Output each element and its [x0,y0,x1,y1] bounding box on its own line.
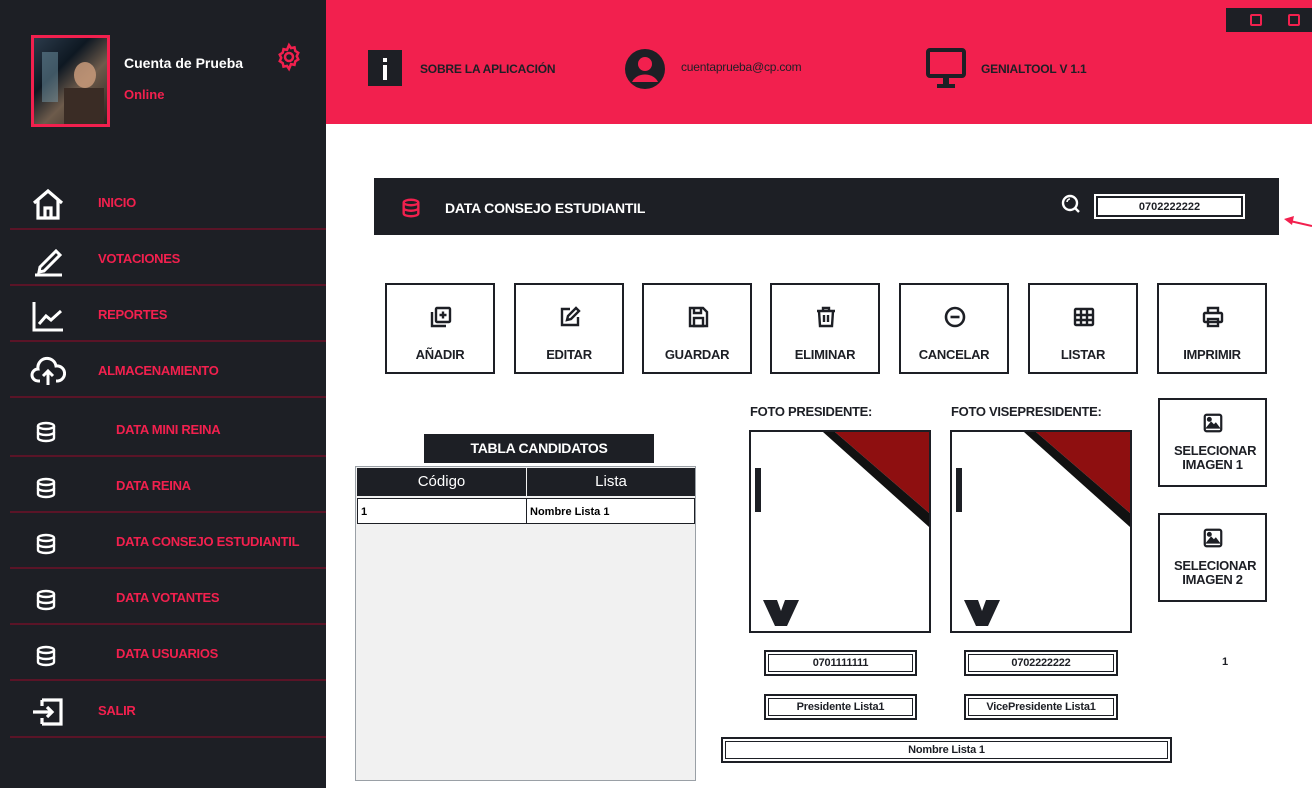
pencil-icon [35,248,63,277]
avatar [31,35,110,127]
minimize-icon[interactable] [1250,14,1262,26]
sidebar-item-data-consejo-estudiantil[interactable]: DATA CONSEJO ESTUDIANTIL [10,517,326,569]
about-link[interactable]: SOBRE LA APLICACIÓN [420,62,556,76]
sidebar-item-label: SALIR [98,703,136,718]
monitor-icon [926,48,966,88]
database-icon [36,533,56,555]
add-button-label: AÑADIR [415,347,465,362]
cancel-button[interactable]: CANCELAR [899,283,1009,374]
select-image-1-label: SELECIONAR IMAGEN 1 [1174,443,1257,472]
sidebar-item-label: DATA VOTANTES [116,590,220,605]
database-icon [36,477,56,499]
save-button[interactable]: GUARDAR [642,283,752,374]
edit-button-label: EDITAR [546,347,592,362]
delete-button[interactable]: ELIMINAR [770,283,880,374]
table-cell-lista: Nombre Lista 1 [526,498,695,524]
search-input[interactable] [1094,194,1245,219]
sidebar-item-label: DATA CONSEJO ESTUDIANTIL [116,534,300,549]
trash-icon [817,306,835,328]
section-title-bar: DATA CONSEJO ESTUDIANTIL [374,178,1279,235]
user-name: Cuenta de Prueba [124,55,244,71]
sidebar-item-label: VOTACIONES [98,251,180,266]
app-version: GENIALTOOL V 1.1 [981,62,1087,76]
sidebar-item-data-reina[interactable]: DATA REINA [10,461,326,513]
logout-icon [33,698,63,726]
sidebar-item-inicio[interactable]: INICIO [10,178,326,230]
delete-button-label: ELIMINAR [794,347,856,362]
president-name-field[interactable]: Presidente Lista1 [764,694,917,720]
table-icon [1073,307,1095,327]
add-button[interactable]: AÑADIR [385,283,495,374]
vice-name-field[interactable]: VicePresidente Lista1 [964,694,1118,720]
image-icon [1203,413,1223,433]
sidebar-item-data-mini-reina[interactable]: DATA MINI REINA [10,405,326,457]
user-icon[interactable] [625,49,665,89]
sidebar-item-reportes[interactable]: REPORTES [10,290,326,342]
chart-line-icon [32,302,63,332]
sidebar-item-data-usuarios[interactable]: DATA USUARIOS [10,629,326,681]
save-icon [688,306,709,328]
save-button-label: GUARDAR [664,347,730,362]
list-button-label: LISTAR [1060,347,1106,362]
database-icon [36,645,56,667]
sidebar-item-votaciones[interactable]: VOTACIONES [10,234,326,286]
select-image-1-button[interactable]: SELECIONAR IMAGEN 1 [1158,398,1267,487]
image-icon [1203,528,1223,548]
sidebar-item-label: ALMACENAMIENTO [98,363,219,378]
column-header-codigo[interactable]: Código [357,468,526,496]
header-bar: SOBRE LA APLICACIÓN cuentaprueba@cp.com … [326,0,1312,124]
info-icon[interactable] [368,50,402,86]
column-header-lista[interactable]: Lista [527,468,695,496]
home-icon [32,188,64,220]
minus-circle-icon [944,306,966,328]
print-button-label: IMPRIMIR [1183,347,1241,362]
sidebar-item-label: DATA MINI REINA [116,422,221,437]
print-button[interactable]: IMPRIMIR [1157,283,1267,374]
table-cell-codigo: 1 [357,498,527,524]
president-id-field[interactable]: 0701111111 [764,650,917,676]
photo-president [749,430,931,633]
cloud-upload-icon [30,356,66,385]
photo-vice-label: FOTO VISEPRESIDENTE: [951,404,1102,419]
database-icon [36,421,56,443]
close-icon[interactable] [1288,14,1300,26]
edit-button[interactable]: EDITAR [514,283,624,374]
sidebar-item-label: DATA USUARIOS [116,646,219,661]
printer-icon [1202,306,1224,328]
database-icon [36,589,56,611]
select-image-2-label: SELECIONAR IMAGEN 2 [1174,558,1257,587]
arrow-left-icon [1284,216,1312,227]
list-name-field[interactable]: Nombre Lista 1 [721,737,1172,763]
sidebar-item-salir[interactable]: SALIR [10,686,326,738]
sidebar-item-label: REPORTES [98,307,168,322]
page-title: DATA CONSEJO ESTUDIANTIL [445,200,646,216]
sidebar-item-label: DATA REINA [116,478,191,493]
search-icon[interactable] [1061,194,1081,214]
gear-icon[interactable] [274,42,304,72]
photo-president-label: FOTO PRESIDENTE: [750,404,873,419]
sidebar-item-almacenamiento[interactable]: ALMACENAMIENTO [10,346,326,398]
vice-id-field[interactable]: 0702222222 [964,650,1118,676]
sidebar: Cuenta de Prueba Online INICIO VOTACIONE… [0,0,326,788]
user-email: cuentaprueba@cp.com [681,60,802,74]
sidebar-item-label: INICIO [98,195,136,210]
user-status: Online [124,87,165,102]
table-title: TABLA CANDIDATOS [424,434,654,463]
window-controls [1226,8,1312,32]
edit-icon [560,306,581,327]
list-button[interactable]: LISTAR [1028,283,1138,374]
cancel-button-label: CANCELAR [918,347,990,362]
database-icon [402,198,420,218]
photo-vice-president [950,430,1132,633]
record-count: 1 [1222,656,1229,668]
select-image-2-button[interactable]: SELECIONAR IMAGEN 2 [1158,513,1267,602]
sidebar-item-data-votantes[interactable]: DATA VOTANTES [10,573,326,625]
add-icon [430,306,452,328]
candidates-table[interactable]: Código Lista 1 Nombre Lista 1 [355,466,696,781]
